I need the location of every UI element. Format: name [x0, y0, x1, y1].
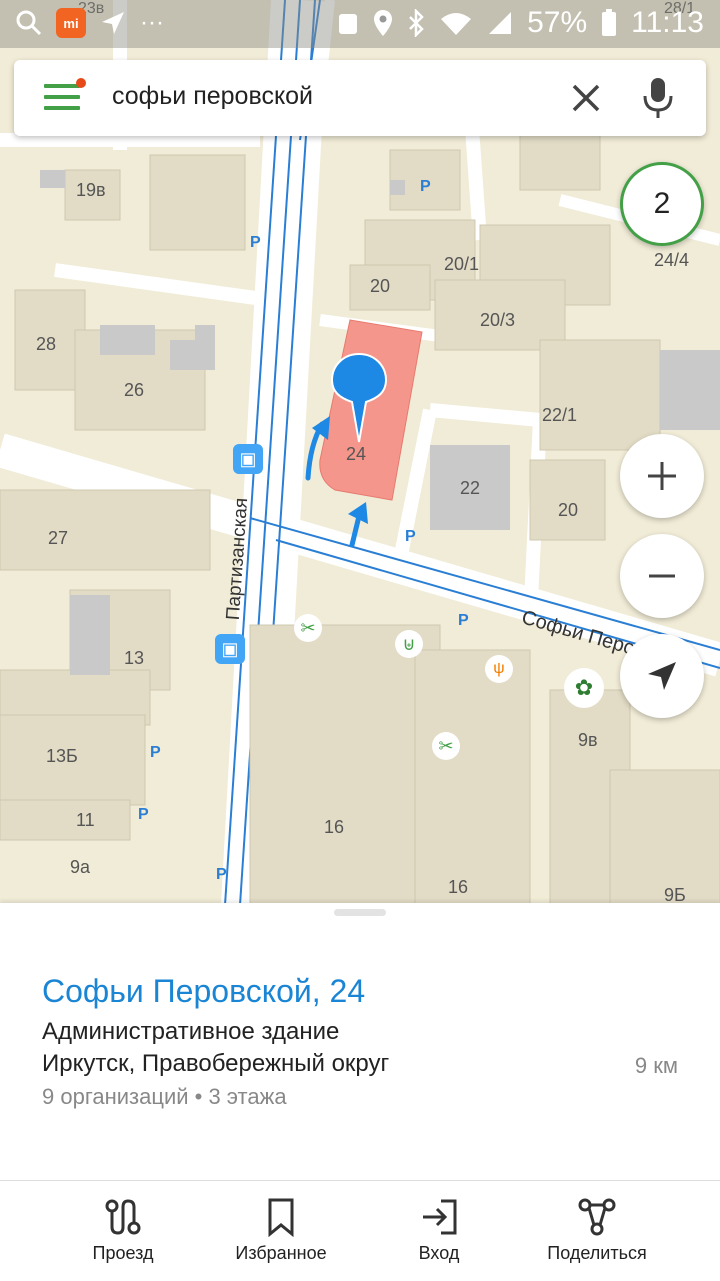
haircut-icon[interactable]: ✂ — [432, 732, 460, 760]
login-icon — [423, 1199, 457, 1235]
share-button[interactable]: Поделиться — [517, 1181, 677, 1281]
place-info: 9 организаций • 3 этажа — [42, 1084, 287, 1109]
my-location-button[interactable] — [620, 634, 704, 718]
place-address: Иркутск, Правобережный округ — [42, 1050, 390, 1077]
building-label: 13Б — [46, 746, 78, 766]
login-button[interactable]: Вход — [359, 1181, 519, 1281]
parking-icon: P — [216, 866, 227, 883]
mi-app-icon: mi — [56, 8, 86, 38]
notification-dot — [76, 78, 86, 88]
clock: 11:13 — [631, 6, 704, 39]
location-pin-icon — [330, 352, 388, 443]
menu-button[interactable] — [44, 78, 86, 112]
share-icon — [578, 1198, 616, 1236]
building-label: 16 — [324, 817, 345, 837]
building-label: 19в — [76, 180, 106, 200]
zoom-in-button[interactable] — [620, 434, 704, 518]
parking-icon: P — [405, 528, 416, 545]
building-label: 26 — [124, 380, 145, 400]
close-icon[interactable] — [566, 78, 606, 118]
layers-count-label: 2 — [653, 187, 671, 220]
building-label: 24 — [346, 444, 367, 464]
building-label: 22 — [460, 478, 481, 498]
parking-icon: P — [150, 744, 161, 761]
favorites-label: Избранное — [235, 1243, 327, 1263]
search-bar[interactable]: софьи перовской — [14, 60, 706, 136]
battery-icon — [602, 9, 617, 36]
building-label: 9а — [70, 857, 91, 877]
parking-icon: P — [420, 178, 431, 195]
navigation-arrow-icon — [648, 662, 676, 690]
place-type: Административное здание — [42, 1018, 340, 1045]
building-label: 20/3 — [480, 310, 516, 330]
microphone-icon[interactable] — [638, 76, 678, 120]
layers-count-button[interactable]: 2 — [620, 162, 704, 246]
building-label: 22/1 — [542, 405, 578, 425]
share-label: Поделиться — [547, 1243, 647, 1263]
haircut-icon[interactable]: ✂ — [294, 614, 322, 642]
tram-stop-icon[interactable]: ▣ — [215, 634, 245, 664]
place-title[interactable]: Софьи Перовской, 24 — [42, 973, 365, 1010]
search-input[interactable]: софьи перовской — [112, 82, 313, 111]
building-label: 28 — [36, 334, 57, 354]
route-icon — [105, 1199, 141, 1235]
parking-icon: P — [138, 806, 149, 823]
building-label: 24/4 — [654, 250, 690, 270]
building-label: 27 — [48, 528, 69, 548]
wifi-icon — [441, 13, 472, 35]
building-label: 20 — [370, 276, 391, 296]
building-label: 13 — [124, 648, 145, 668]
bookmark-icon — [268, 1198, 294, 1237]
login-label: Вход — [418, 1243, 460, 1263]
parking-icon: P — [458, 612, 469, 629]
route-button[interactable]: Проезд — [43, 1181, 203, 1281]
tram-stop-icon[interactable]: ▣ — [233, 444, 263, 474]
status-bar: mi ··· 57% 11:13 — [0, 0, 720, 48]
location-icon — [374, 10, 393, 36]
favorites-button[interactable]: Избранное — [201, 1181, 361, 1281]
building-label: 16 — [448, 877, 469, 897]
building-label: 9в — [578, 730, 598, 750]
building-label: 20/1 — [444, 254, 480, 274]
more-notifications-icon: ··· — [140, 9, 164, 36]
restaurant-icon[interactable]: ψ — [485, 655, 513, 683]
bluetooth-icon — [409, 9, 424, 37]
route-label: Проезд — [92, 1243, 154, 1263]
building-label: 11 — [76, 810, 95, 830]
zoom-out-button[interactable] — [620, 534, 704, 618]
battery-percent: 57% — [527, 6, 588, 39]
bottom-navigation: Проезд Избранное Вход Поделиться — [0, 1180, 720, 1281]
minus-icon — [649, 574, 675, 578]
flower-shop-icon[interactable]: ✿ — [564, 668, 604, 708]
sheet-handle[interactable] — [334, 909, 386, 916]
building-label: 9Б — [664, 885, 686, 905]
send-icon — [102, 12, 124, 34]
grocery-icon[interactable]: ⊎ — [395, 630, 423, 658]
signal-icon — [489, 12, 512, 34]
building-label: 20 — [558, 500, 579, 520]
storage-icon — [339, 14, 358, 34]
plus-icon — [648, 462, 676, 490]
search-icon — [16, 10, 42, 36]
parking-icon: P — [250, 234, 261, 251]
place-distance: 9 км — [634, 1053, 678, 1078]
place-card[interactable]: Софьи Перовской, 24 Административное зда… — [0, 903, 720, 1180]
